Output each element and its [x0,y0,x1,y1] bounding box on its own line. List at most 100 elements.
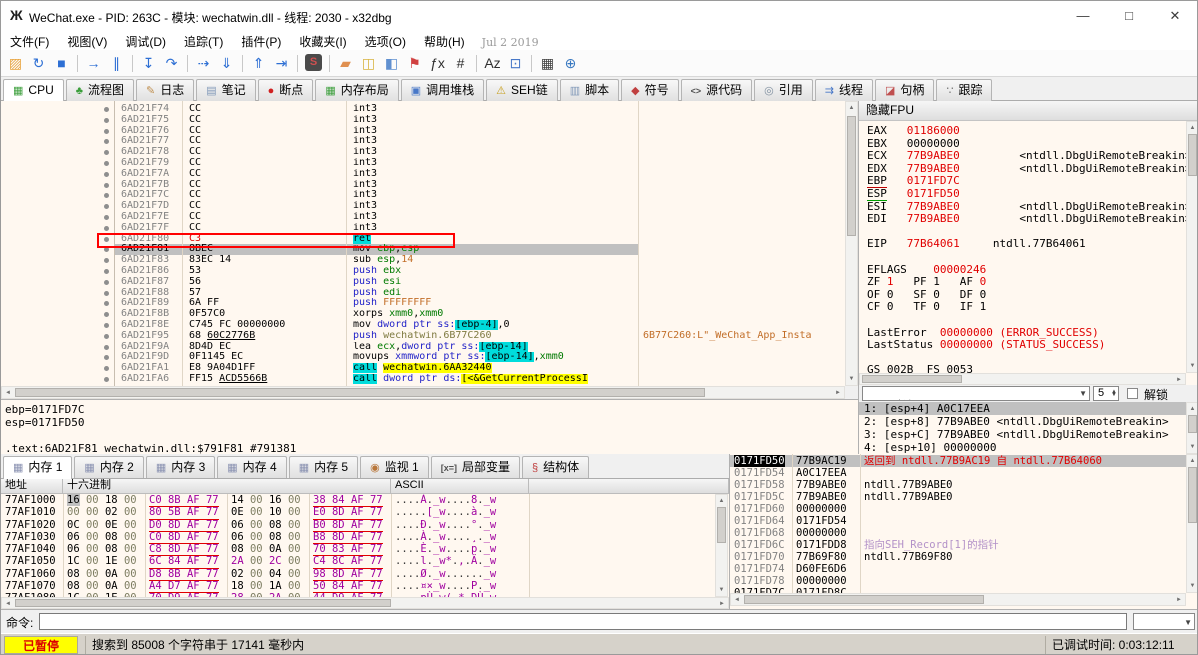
menu-item[interactable]: 插件(P) [232,31,290,50]
tab-threads[interactable]: ⇉线程 [815,79,873,101]
disasm-row[interactable]: 6AD21F77CCint3 [1,136,846,147]
tab-dump-3[interactable]: ▦内存 3 [146,456,215,478]
register-line[interactable]: CF 0 TF 0 IF 1 [859,301,1186,314]
minimize-button[interactable]: — [1060,1,1106,31]
tab-breakpoints[interactable]: ●断点 [258,79,314,101]
comment-icon[interactable]: ◫ [357,52,380,74]
patch-icon[interactable]: ▰ [334,52,357,74]
scroll-arrow-icon[interactable]: ◄ [3,387,13,398]
stop-icon[interactable]: ■ [50,52,73,74]
trace-over-icon[interactable]: ⇓ [215,52,238,74]
step-over-icon[interactable]: ↷ [160,52,183,74]
stack-pane[interactable]: 0171FD5077B9AC19返回到 ntdll.77B9AC19 自 ntd… [729,454,1198,609]
tab-call-stack[interactable]: ▣调用堆栈 [401,79,484,101]
function-icon[interactable]: ƒx [426,52,449,74]
scroll-thumb[interactable] [862,375,962,383]
tab-dump-5[interactable]: ▦内存 5 [289,456,358,478]
stack-row[interactable]: 0171FD74D60FE6D6 [730,563,1186,575]
restart-icon[interactable]: ↻ [27,52,50,74]
disasm-row[interactable]: 6AD21F78CCint3 [1,147,846,158]
stack-row[interactable]: 0171FD5877B9ABE0ntdll.77B9ABE0 [730,479,1186,491]
open-file-icon[interactable]: ▨ [4,52,27,74]
memory-dump-pane[interactable]: 地址 十六进制 ASCII 77AF100016 00 18 00C0 8B A… [1,479,729,609]
registers-vertical-scrollbar[interactable]: ▲▼ [1186,121,1198,373]
tab-locals[interactable]: [x=]局部变量 [431,456,520,478]
scroll-thumb[interactable] [717,507,726,543]
disasm-row[interactable]: 6AD21F8B0F57C0xorps xmm0,xmm0 [1,309,846,320]
stack-row[interactable]: 0171FD640171FD54 [730,515,1186,527]
breakpoint-dot-icon[interactable] [104,355,109,360]
command-input[interactable] [39,613,1127,630]
dump-header-hex[interactable]: 十六进制 [63,479,391,494]
label-icon[interactable]: ◧ [380,52,403,74]
scylla-icon[interactable]: S [305,54,322,71]
calculator-icon[interactable]: ▦ [536,52,559,74]
disasm-row[interactable]: 6AD21FA1E8 9A04D1FFcall wechatwin.6AA324… [1,363,846,374]
disasm-row[interactable]: 6AD21F75CCint3 [1,115,846,126]
tab-cpu[interactable]: ▦CPU [3,79,64,102]
tab-seh-chain[interactable]: ⚠SEH链 [486,79,558,101]
register-line[interactable]: LastStatus 00000000 (STATUS_SUCCESS) [859,339,1186,352]
spin-down-icon[interactable]: ▼ [1111,392,1117,398]
scroll-arrow-icon[interactable]: ► [1174,594,1184,605]
stack-row[interactable]: 0171FD54A0C17EEA [730,467,1186,479]
scroll-arrow-icon[interactable]: ▼ [1187,581,1198,591]
disasm-row[interactable]: 6AD21F7ACCint3 [1,169,846,180]
breakpoint-dot-icon[interactable] [104,204,109,209]
breakpoint-dot-icon[interactable] [104,312,109,317]
tab-log[interactable]: ✎日志 [136,79,194,101]
disasm-vertical-scrollbar[interactable]: ▲▼ [845,101,858,386]
breakpoint-dot-icon[interactable] [104,377,109,382]
tab-dump-2[interactable]: ▦内存 2 [74,456,143,478]
breakpoint-dot-icon[interactable] [104,183,109,188]
tab-memory-map[interactable]: ▦内存布局 [315,79,398,101]
dump-row[interactable]: 77AF104006 00 08 00C8 8D AF 7708 00 0A 0… [1,543,715,555]
scroll-thumb[interactable] [1188,467,1197,523]
argument-row[interactable]: 1: [esp+4] A0C17EEA [859,402,1186,415]
disasm-row[interactable]: 6AD21F8756push esi [1,277,846,288]
argument-row[interactable]: 2: [esp+8] 77B9ABE0 <ntdll.DbgUiRemoteBr… [859,415,1186,428]
disasm-row[interactable]: 6AD21F79CCint3 [1,158,846,169]
dump-horizontal-scrollbar[interactable]: ◄► [1,597,729,609]
registers-horizontal-scrollbar[interactable]: ◄► [859,373,1186,385]
breakpoint-dot-icon[interactable] [104,129,109,134]
tab-dump-4[interactable]: ▦内存 4 [217,456,286,478]
disasm-row[interactable]: 6AD21F80C3ret [1,234,846,245]
menu-item[interactable]: 帮助(H) [415,31,474,50]
disasm-row[interactable]: 6AD21F7FCCint3 [1,223,846,234]
arg-count-stepper[interactable]: 5 ▲ ▼ [1093,386,1119,401]
scroll-thumb[interactable] [1188,415,1197,433]
run-to-user-code-icon[interactable]: ⇥ [270,52,293,74]
menu-item[interactable]: 调试(D) [116,31,175,50]
scroll-arrow-icon[interactable]: ▲ [1187,456,1198,466]
breakpoint-dot-icon[interactable] [104,345,109,350]
unlock-checkbox[interactable] [1127,388,1138,399]
disasm-row[interactable]: 6AD21F9A8D4D EClea ecx,dword ptr ss:[ebp… [1,342,846,353]
menu-item[interactable]: 视图(V) [58,31,116,50]
breakpoint-dot-icon[interactable] [104,226,109,231]
disasm-row[interactable]: 6AD21F818BECmov ebp,esp [1,244,846,255]
breakpoint-dot-icon[interactable] [104,269,109,274]
disasm-row[interactable]: 6AD21FA6FF15 ACD5566Bcall dword ptr ds:[… [1,374,846,385]
disasm-row[interactable]: 6AD21F7ECCint3 [1,212,846,223]
tab-notes[interactable]: ▤笔记 [196,79,255,101]
hash-icon[interactable]: # [449,52,472,74]
execute-till-return-icon[interactable]: ⇑ [247,52,270,74]
tab-dump-1[interactable]: ▦内存 1 [3,456,72,479]
breakpoint-dot-icon[interactable] [104,215,109,220]
disasm-row[interactable]: 6AD21F9D0F1145 ECmovups xmmword ptr ss:[… [1,352,846,363]
menu-item[interactable]: 选项(O) [356,31,415,50]
run-icon[interactable]: → [82,52,105,74]
bookmark-icon[interactable]: ⚑ [403,52,426,74]
breakpoint-dot-icon[interactable] [104,161,109,166]
disasm-row[interactable]: 6AD21F896A FFpush FFFFFFFF [1,298,846,309]
scroll-arrow-icon[interactable]: ▲ [1187,404,1198,414]
report-icon[interactable]: ⊡ [504,52,527,74]
close-button[interactable]: ✕ [1152,1,1198,31]
stack-row[interactable]: 0171FD6C0171FDD8指向SEH_Record[1]的指针 [730,539,1186,551]
convention-select[interactable]: 默认 (stdcall) ▼ [862,386,1090,401]
scroll-thumb[interactable] [1188,134,1197,176]
stack-row[interactable]: 0171FD5C77B9ABE0ntdll.77B9ABE0 [730,491,1186,503]
menu-item[interactable]: 文件(F) [1,31,58,50]
stack-row[interactable]: 0171FD5077B9AC19返回到 ntdll.77B9AC19 自 ntd… [730,455,1186,467]
